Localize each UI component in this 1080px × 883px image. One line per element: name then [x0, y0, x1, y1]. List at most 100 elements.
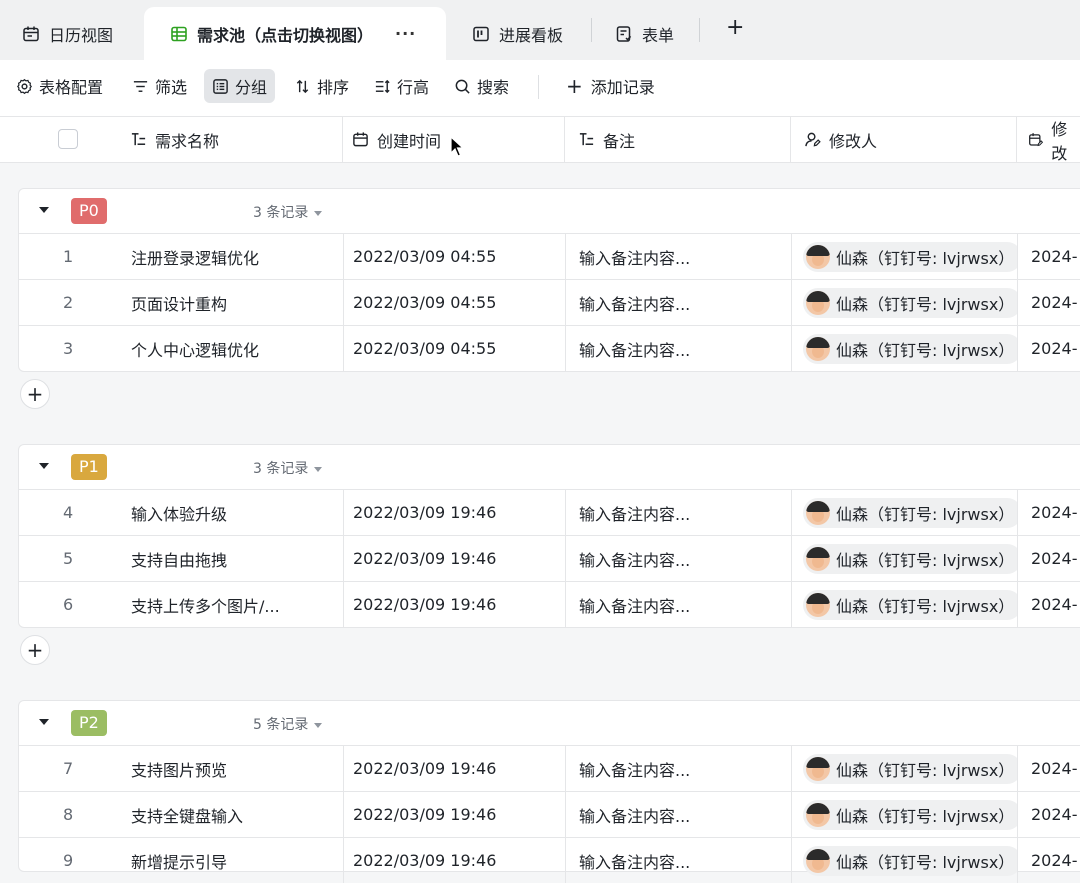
note-cell[interactable]: 输入备注内容... — [579, 582, 690, 627]
tab-form[interactable]: 表单 — [615, 7, 674, 60]
created-time-cell[interactable]: 2022/03/09 04:55 — [353, 234, 496, 279]
modifier-cell[interactable]: 仙森（钉钉号: lvjrwsx） — [803, 536, 1017, 581]
modifier-cell[interactable]: 仙森（钉钉号: lvjrwsx） — [803, 746, 1017, 791]
person-chip[interactable]: 仙森（钉钉号: lvjrwsx） — [803, 589, 1017, 620]
column-header-modified-time[interactable]: 修改 — [1028, 117, 1080, 163]
modified-time-cell[interactable]: 2024- — [1031, 490, 1078, 535]
created-time-cell[interactable]: 2022/03/09 19:46 — [353, 746, 496, 791]
created-time-cell[interactable]: 2022/03/09 04:55 — [353, 326, 496, 371]
person-chip[interactable]: 仙森（钉钉号: lvjrwsx） — [803, 845, 1017, 876]
created-time-cell[interactable]: 2022/03/09 19:46 — [353, 490, 496, 535]
modifier-cell[interactable]: 仙森（钉钉号: lvjrwsx） — [803, 490, 1017, 535]
modified-time-cell[interactable]: 2024- — [1031, 582, 1078, 627]
note-cell[interactable]: 输入备注内容... — [579, 746, 690, 791]
modified-time-cell[interactable]: 2024- — [1031, 838, 1078, 883]
note-cell[interactable]: 输入备注内容... — [579, 536, 690, 581]
group-header[interactable]: P2 5 条记录 — [19, 701, 1080, 746]
modifier-cell[interactable]: 仙森（钉钉号: lvjrwsx） — [803, 582, 1017, 627]
modified-time-cell[interactable]: 2024- — [1031, 746, 1078, 791]
column-divider[interactable] — [790, 117, 791, 162]
modifier-cell[interactable]: 仙森（钉钉号: lvjrwsx） — [803, 838, 1017, 883]
column-header-modifier[interactable]: 修改人 — [804, 117, 877, 162]
modifier-cell[interactable]: 仙森（钉钉号: lvjrwsx） — [803, 326, 1017, 371]
modifier-cell[interactable]: 仙森（钉钉号: lvjrwsx） — [803, 234, 1017, 279]
note-cell[interactable]: 输入备注内容... — [579, 280, 690, 325]
requirement-name-cell[interactable]: 个人中心逻辑优化 — [131, 326, 337, 371]
modified-time-cell[interactable]: 2024- — [1031, 792, 1078, 837]
group-record-count[interactable]: 3 条记录 — [253, 458, 323, 478]
modified-time-cell[interactable]: 2024- — [1031, 280, 1078, 325]
table-row[interactable]: 8 支持全键盘输入 2022/03/09 19:46 输入备注内容... 仙森（… — [19, 792, 1080, 838]
sort-button[interactable]: 排序 — [286, 69, 357, 103]
table-row[interactable]: 1 注册登录逻辑优化 2022/03/09 04:55 输入备注内容... 仙森… — [19, 234, 1080, 280]
created-time-cell[interactable]: 2022/03/09 04:55 — [353, 280, 496, 325]
group-record-count[interactable]: 5 条记录 — [253, 714, 323, 734]
group-button[interactable]: 分组 — [204, 69, 276, 103]
note-cell[interactable]: 输入备注内容... — [579, 792, 690, 837]
select-all-checkbox[interactable] — [58, 129, 78, 149]
table-row[interactable]: 4 输入体验升级 2022/03/09 19:46 输入备注内容... 仙森（钉… — [19, 490, 1080, 536]
requirement-name-cell[interactable]: 输入体验升级 — [131, 490, 337, 535]
person-chip[interactable]: 仙森（钉钉号: lvjrwsx） — [803, 287, 1017, 318]
collapse-caret-icon[interactable] — [39, 719, 49, 725]
table-row[interactable]: 5 支持自由拖拽 2022/03/09 19:46 输入备注内容... 仙森（钉… — [19, 536, 1080, 582]
table-row[interactable]: 3 个人中心逻辑优化 2022/03/09 04:55 输入备注内容... 仙森… — [19, 326, 1080, 371]
collapse-caret-icon[interactable] — [39, 207, 49, 213]
table-row[interactable]: 9 新增提示引导 2022/03/09 19:46 输入备注内容... 仙森（钉… — [19, 838, 1080, 883]
created-time-cell[interactable]: 2022/03/09 19:46 — [353, 838, 496, 883]
person-chip[interactable]: 仙森（钉钉号: lvjrwsx） — [803, 543, 1017, 574]
add-row-button[interactable]: + — [20, 379, 50, 409]
note-cell[interactable]: 输入备注内容... — [579, 326, 690, 371]
modifier-cell[interactable]: 仙森（钉钉号: lvjrwsx） — [803, 792, 1017, 837]
more-options-icon[interactable]: ··· — [395, 24, 416, 43]
requirement-name-cell[interactable]: 注册登录逻辑优化 — [131, 234, 337, 279]
note-cell[interactable]: 输入备注内容... — [579, 838, 690, 883]
column-label: 修改 — [1051, 119, 1068, 163]
modified-time-cell[interactable]: 2024- — [1031, 326, 1078, 371]
requirement-name-cell[interactable]: 支持自由拖拽 — [131, 536, 337, 581]
requirement-name-cell[interactable]: 支持图片预览 — [131, 746, 337, 791]
column-divider[interactable] — [564, 117, 565, 162]
collapse-caret-icon[interactable] — [39, 463, 49, 469]
modified-time-cell[interactable]: 2024- — [1031, 234, 1078, 279]
column-header-note[interactable]: 备注 — [578, 117, 635, 162]
tab-calendar-view[interactable]: 日历视图 — [22, 7, 113, 60]
created-time-cell[interactable]: 2022/03/09 19:46 — [353, 536, 496, 581]
search-button[interactable]: 搜索 — [446, 69, 517, 103]
add-view-button[interactable]: + — [726, 15, 744, 40]
table-row[interactable]: 6 支持上传多个图片/... 2022/03/09 19:46 输入备注内容..… — [19, 582, 1080, 627]
person-chip[interactable]: 仙森（钉钉号: lvjrwsx） — [803, 241, 1017, 272]
note-cell[interactable]: 输入备注内容... — [579, 490, 690, 535]
person-chip[interactable]: 仙森（钉钉号: lvjrwsx） — [803, 753, 1017, 784]
column-header-created[interactable]: 创建时间 — [352, 117, 441, 162]
requirement-name-cell[interactable]: 新增提示引导 — [131, 838, 337, 883]
filter-button[interactable]: 筛选 — [124, 69, 195, 103]
created-time-cell[interactable]: 2022/03/09 19:46 — [353, 792, 496, 837]
add-row-button[interactable]: + — [20, 635, 50, 665]
tab-progress-board[interactable]: 进展看板 — [472, 7, 563, 60]
column-divider[interactable] — [1016, 117, 1017, 162]
created-time-cell[interactable]: 2022/03/09 19:46 — [353, 582, 496, 627]
person-chip[interactable]: 仙森（钉钉号: lvjrwsx） — [803, 333, 1017, 364]
group-header[interactable]: P1 3 条记录 — [19, 445, 1080, 490]
tab-requirements-pool[interactable]: 需求池（点击切换视图） ··· — [144, 7, 446, 60]
row-height-button[interactable]: 行高 — [366, 69, 437, 103]
requirement-name-cell[interactable]: 页面设计重构 — [131, 280, 337, 325]
group-header[interactable]: P0 3 条记录 — [19, 189, 1080, 234]
modifier-cell[interactable]: 仙森（钉钉号: lvjrwsx） — [803, 280, 1017, 325]
add-record-button[interactable]: + 添加记录 — [558, 69, 663, 103]
table-row[interactable]: 7 支持图片预览 2022/03/09 19:46 输入备注内容... 仙森（钉… — [19, 746, 1080, 792]
person-name: 仙森（钉钉号: lvjrwsx） — [836, 248, 1015, 268]
gear-icon — [17, 78, 32, 94]
group-record-count[interactable]: 3 条记录 — [253, 202, 323, 222]
table-row[interactable]: 2 页面设计重构 2022/03/09 04:55 输入备注内容... 仙森（钉… — [19, 280, 1080, 326]
person-chip[interactable]: 仙森（钉钉号: lvjrwsx） — [803, 497, 1017, 528]
person-chip[interactable]: 仙森（钉钉号: lvjrwsx） — [803, 799, 1017, 830]
table-config-button[interactable]: 表格配置 — [8, 69, 111, 103]
note-cell[interactable]: 输入备注内容... — [579, 234, 690, 279]
column-divider[interactable] — [342, 117, 343, 162]
requirement-name-cell[interactable]: 支持全键盘输入 — [131, 792, 337, 837]
requirement-name-cell[interactable]: 支持上传多个图片/... — [131, 582, 337, 627]
modified-time-cell[interactable]: 2024- — [1031, 536, 1078, 581]
column-header-name[interactable]: 需求名称 — [130, 117, 219, 162]
